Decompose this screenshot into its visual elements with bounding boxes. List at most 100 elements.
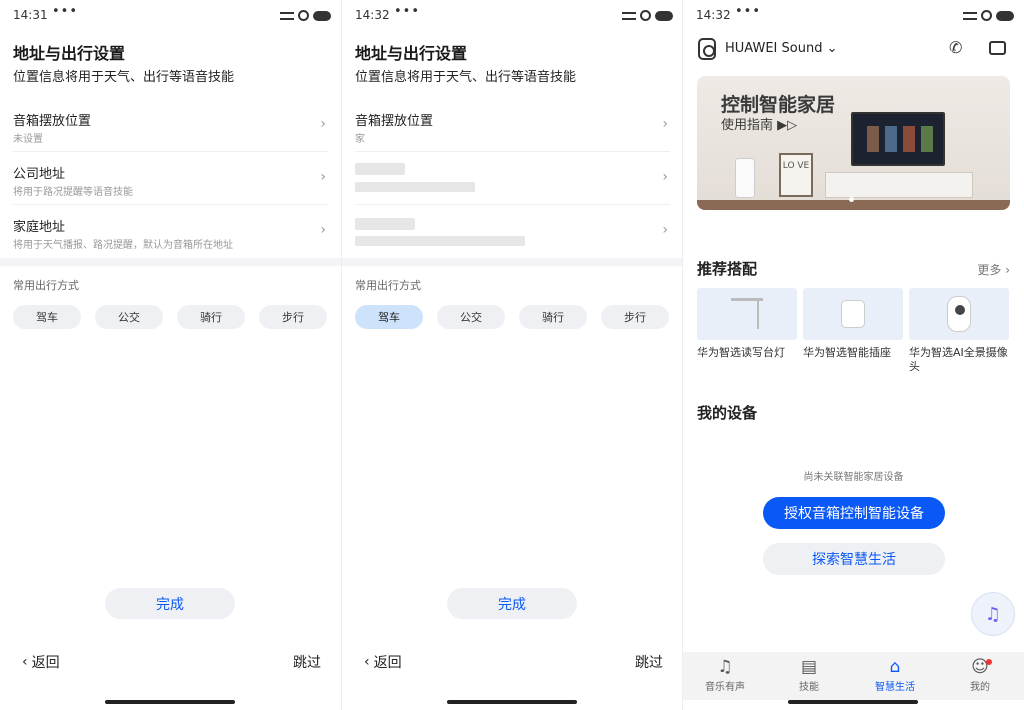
- back-button[interactable]: ‹ 返回: [22, 652, 60, 672]
- speaker-location-value: 未设置: [13, 134, 43, 145]
- status-bar: 14:31 •••: [0, 0, 341, 32]
- screen-smart-life: 14:32 ••• HUAWEI Sound ⌄ ✆ 控制智能家居 使用指南 ▶…: [683, 0, 1024, 710]
- product-card-camera[interactable]: 华为智选AI全景摄像头: [909, 288, 1009, 374]
- back-label: 返回: [373, 655, 402, 671]
- company-address-row[interactable]: ›: [355, 153, 670, 205]
- screen-address-settings-2: 14:32 ••• 地址与出行设置 位置信息将用于天气、出行等语音技能 音箱摆放…: [342, 0, 683, 710]
- product-card-lamp[interactable]: 华为智选读写台灯: [697, 288, 797, 360]
- tab-me[interactable]: ☺ 我的: [944, 656, 1016, 693]
- skills-icon: ▤: [800, 657, 818, 677]
- page-title: 地址与出行设置: [13, 44, 126, 63]
- company-address-row[interactable]: 公司地址 将用于路况提醒等语音技能 ›: [13, 153, 328, 205]
- user-icon: ☺: [971, 657, 989, 677]
- screen-address-settings-1: 14:31 ••• 地址与出行设置 位置信息将用于天气、出行等语音技能 音箱摆放…: [0, 0, 341, 710]
- floor-illustration: [697, 200, 1010, 210]
- device-top-bar: HUAWEI Sound ⌄ ✆: [683, 34, 1024, 64]
- skip-button[interactable]: 跳过: [635, 652, 663, 672]
- page-subtitle: 位置信息将用于天气、出行等语音技能: [355, 70, 577, 85]
- chip-walk[interactable]: 步行: [601, 305, 669, 329]
- status-dots: •••: [735, 4, 762, 19]
- done-button[interactable]: 完成: [105, 588, 235, 619]
- section-divider: [0, 258, 341, 266]
- page-subtitle: 位置信息将用于天气、出行等语音技能: [13, 70, 235, 85]
- location-icon: [298, 10, 309, 21]
- carousel-indicator: [849, 197, 854, 202]
- chip-drive[interactable]: 驾车: [13, 305, 81, 329]
- chevron-right-icon: ›: [320, 222, 326, 238]
- back-button[interactable]: ‹ 返回: [364, 652, 402, 672]
- home-address-row[interactable]: ›: [355, 206, 670, 258]
- redacted-text: [355, 163, 405, 175]
- recommend-title: 推荐搭配: [697, 260, 758, 278]
- chip-walk[interactable]: 步行: [259, 305, 327, 329]
- tab-label: 技能: [799, 682, 819, 693]
- product-name: 华为智选智能插座: [803, 346, 891, 359]
- status-icons: [963, 10, 1014, 21]
- chevron-down-icon: ⌄: [826, 41, 838, 56]
- home-indicator: [105, 700, 235, 704]
- more-link[interactable]: 更多 ›: [977, 261, 1010, 278]
- chip-bike[interactable]: 骑行: [177, 305, 245, 329]
- explore-button[interactable]: 探索智慧生活: [763, 543, 945, 575]
- desk-lamp-icon: [731, 298, 763, 329]
- chevron-right-icon: ›: [662, 169, 668, 185]
- redacted-text: [355, 218, 415, 230]
- home-indicator: [447, 700, 577, 704]
- tab-music[interactable]: ♫ 音乐有声: [689, 656, 761, 693]
- tab-label: 智慧生活: [875, 682, 915, 693]
- speaker-location-label: 音箱摆放位置: [13, 114, 92, 129]
- product-name: 华为智选AI全景摄像头: [909, 346, 1008, 373]
- chip-bus[interactable]: 公交: [95, 305, 163, 329]
- bottom-tab-bar: ♫ 音乐有声 ▤ 技能 ⌂ 智慧生活 ☺ 我的: [683, 652, 1024, 700]
- status-time: 14:31: [13, 8, 48, 22]
- speaker-location-row[interactable]: 音箱摆放位置 家 ›: [355, 100, 670, 152]
- status-dots: •••: [52, 4, 79, 19]
- device-name: HUAWEI Sound: [725, 41, 823, 56]
- company-address-desc: 将用于路况提醒等语音技能: [13, 187, 133, 198]
- message-icon[interactable]: [989, 41, 1006, 55]
- product-card-plug[interactable]: 华为智选智能插座: [803, 288, 903, 360]
- home-address-row[interactable]: 家庭地址 将用于天气播报、路况提醒，默认为音箱所在地址 ›: [13, 206, 328, 258]
- travel-mode-chips: 驾车 公交 骑行 步行: [13, 305, 327, 329]
- network-icon: [280, 11, 294, 20]
- tab-label: 我的: [970, 682, 990, 693]
- authorize-button[interactable]: 授权音箱控制智能设备: [763, 497, 945, 529]
- skip-button[interactable]: 跳过: [293, 652, 321, 672]
- camera-icon: [947, 296, 971, 332]
- tab-label: 音乐有声: [705, 682, 745, 693]
- status-icons: [622, 10, 673, 21]
- chip-bike[interactable]: 骑行: [519, 305, 587, 329]
- redacted-text: [355, 182, 475, 192]
- tab-smart-life[interactable]: ⌂ 智慧生活: [859, 656, 931, 693]
- tv-cabinet-illustration: [825, 172, 973, 198]
- battery-icon: [313, 10, 331, 21]
- chevron-right-icon: ›: [1005, 263, 1010, 277]
- travel-mode-chips: 驾车 公交 骑行 步行: [355, 305, 669, 329]
- status-bar: 14:32 •••: [342, 0, 683, 32]
- location-icon: [981, 10, 992, 21]
- banner-subtitle: 使用指南 ▶▷: [721, 118, 798, 133]
- page-title: 地址与出行设置: [355, 44, 468, 63]
- status-icons: [280, 10, 331, 21]
- home-address-label: 家庭地址: [13, 220, 66, 235]
- device-selector[interactable]: HUAWEI Sound ⌄: [725, 41, 838, 56]
- phone-icon[interactable]: ✆: [949, 38, 962, 57]
- music-note-icon[interactable]: ♫: [971, 592, 1015, 636]
- speaker-location-label: 音箱摆放位置: [355, 114, 434, 129]
- smart-home-banner[interactable]: 控制智能家居 使用指南 ▶▷ LO VE: [697, 76, 1010, 210]
- home-address-desc: 将用于天气播报、路况提醒，默认为音箱所在地址: [13, 240, 233, 251]
- company-address-label: 公司地址: [13, 167, 66, 182]
- chevron-right-icon: ›: [320, 169, 326, 185]
- done-button[interactable]: 完成: [447, 588, 577, 619]
- speaker-location-row[interactable]: 音箱摆放位置 未设置 ›: [13, 100, 328, 152]
- home-indicator: [788, 700, 918, 704]
- tab-skills[interactable]: ▤ 技能: [773, 656, 845, 693]
- travel-mode-title: 常用出行方式: [13, 279, 79, 292]
- more-label: 更多: [977, 263, 1002, 277]
- chip-bus[interactable]: 公交: [437, 305, 505, 329]
- chip-drive-selected[interactable]: 驾车: [355, 305, 423, 329]
- app-root: 14:31 ••• 地址与出行设置 位置信息将用于天气、出行等语音技能 音箱摆放…: [0, 0, 1024, 710]
- plug-image: [803, 288, 903, 340]
- battery-icon: [996, 10, 1014, 21]
- banner-title: 控制智能家居: [721, 94, 836, 116]
